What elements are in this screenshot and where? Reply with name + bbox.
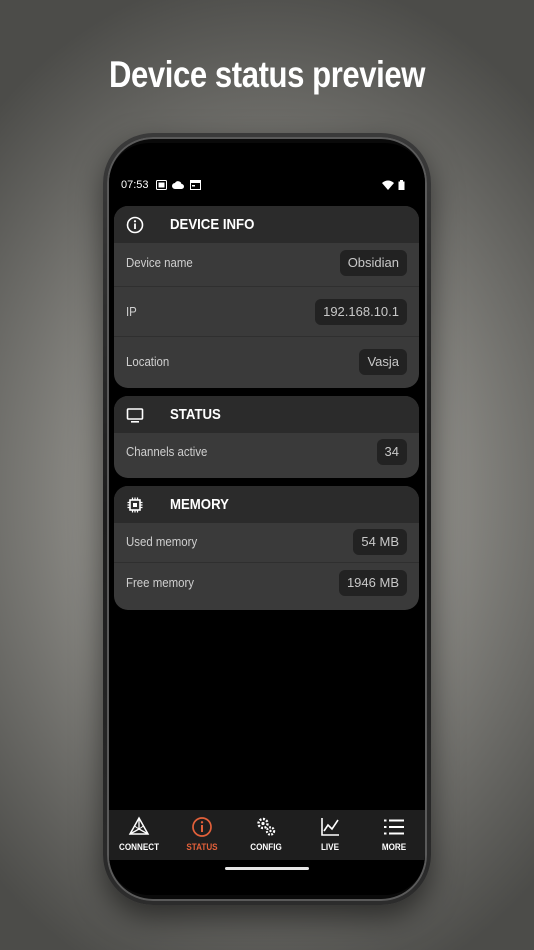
page-headline: Device status preview	[109, 54, 425, 95]
status-time: 07:53	[121, 179, 149, 191]
phone-screen: 07:53 DEVICE INFO Device name Obsidian I…	[109, 143, 425, 895]
connect-icon	[128, 816, 150, 835]
free-memory-value: 1946 MB	[338, 570, 407, 596]
free-memory-row: Free memory 1946 MB	[114, 563, 419, 610]
info-icon	[126, 216, 144, 234]
home-indicator[interactable]	[225, 867, 309, 870]
nav-live[interactable]: LIVE	[298, 810, 362, 860]
nav-more[interactable]: MORE	[362, 810, 425, 860]
location-label: Location	[126, 354, 170, 369]
device-name-label: Device name	[126, 255, 193, 270]
device-name-value: Obsidian	[339, 250, 407, 276]
location-row: Location Vasja	[114, 337, 419, 387]
memory-card: MEMORY Used memory 54 MB Free memory 194…	[114, 486, 419, 610]
list-icon	[384, 819, 404, 835]
nav-status-label: STATUS	[186, 842, 218, 852]
channels-active-value: 34	[376, 439, 407, 465]
ip-row: IP 192.168.10.1	[114, 287, 419, 337]
info-icon	[192, 817, 212, 837]
nav-config-label: CONFIG	[250, 842, 282, 852]
chart-icon	[321, 818, 339, 836]
nav-config[interactable]: CONFIG	[234, 810, 298, 860]
calendar-icon	[190, 180, 201, 190]
status-header: STATUS	[114, 396, 419, 433]
nav-live-label: LIVE	[320, 842, 339, 852]
nav-status[interactable]: STATUS	[170, 810, 234, 860]
wifi-icon	[382, 180, 394, 190]
ip-label: IP	[126, 304, 137, 319]
bottom-nav: CONNECT STATUS CONFIG LIVE MORE	[109, 810, 425, 860]
device-name-row: Device name Obsidian	[114, 243, 419, 287]
status-title: STATUS	[170, 406, 221, 423]
status-card: STATUS Channels active 34	[114, 396, 419, 478]
used-memory-label: Used memory	[126, 534, 198, 549]
gears-icon	[257, 817, 276, 836]
cloud-icon	[172, 181, 184, 189]
used-memory-row: Used memory 54 MB	[114, 523, 419, 563]
memory-title: MEMORY	[170, 496, 229, 513]
memory-header: MEMORY	[114, 486, 419, 523]
monitor-icon	[126, 408, 144, 423]
ip-value: 192.168.10.1	[315, 299, 407, 325]
device-info-card: DEVICE INFO Device name Obsidian IP 192.…	[114, 206, 419, 388]
nav-connect-label: CONNECT	[118, 842, 160, 852]
battery-icon	[398, 180, 405, 190]
device-info-header: DEVICE INFO	[114, 206, 419, 243]
used-memory-value: 54 MB	[353, 529, 407, 555]
channels-active-label: Channels active	[126, 444, 208, 459]
nav-connect[interactable]: CONNECT	[109, 810, 171, 860]
device-info-title: DEVICE INFO	[170, 216, 255, 233]
nav-more-label: MORE	[381, 842, 407, 852]
location-value: Vasja	[359, 349, 407, 375]
channels-active-row: Channels active 34	[114, 433, 419, 478]
sim-card-icon	[156, 180, 167, 190]
free-memory-label: Free memory	[126, 575, 195, 590]
status-bar: 07:53	[109, 177, 425, 195]
chip-icon	[127, 497, 143, 513]
